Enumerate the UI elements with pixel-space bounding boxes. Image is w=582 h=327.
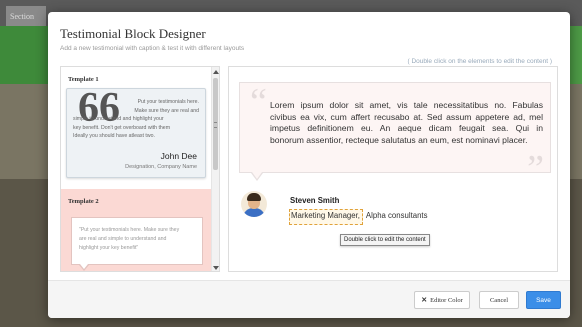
modal-footer: ✕ Editor Color Cancel Save	[48, 280, 570, 318]
background-tab: Section	[6, 6, 46, 28]
quote-box-tail-inner	[252, 172, 262, 179]
scroll-down-icon[interactable]	[213, 266, 219, 270]
avatar-hair	[247, 193, 261, 201]
modal-subtitle: Add a new testimonial with caption & tes…	[60, 45, 245, 52]
save-button[interactable]: Save	[526, 291, 561, 309]
template-1-label: Template 1	[68, 76, 99, 83]
preview-designation-row: Marketing Manager, Alpha consultants	[289, 209, 428, 225]
open-quote-icon: “	[250, 81, 267, 123]
template-1-card: 66 Put your testimonials here. Make sure…	[66, 87, 206, 178]
edit-hint: ( Double click on the elements to edit t…	[407, 58, 552, 65]
cancel-button[interactable]: Cancel	[479, 291, 519, 309]
template-list-scrollbar[interactable]	[211, 67, 219, 271]
template-2-card-tail-inner	[80, 264, 88, 269]
avatar[interactable]	[241, 191, 267, 217]
modal-title: Testimonial Block Designer	[60, 26, 206, 41]
template-2-card: "Put your testimonials here. Make sure t…	[71, 217, 203, 265]
shuffle-icon: ✕	[421, 296, 428, 304]
editor-color-label: Editor Color	[430, 296, 463, 304]
preview-person-name[interactable]: Steven Smith	[290, 196, 339, 205]
template-list: Template 1 66 Put your testimonials here…	[60, 66, 220, 272]
preview-designation[interactable]: Marketing Manager,	[289, 209, 363, 225]
template-2[interactable]: Template 2 "Put your testimonials here. …	[61, 189, 212, 271]
preview-company[interactable]: Alpha consultants	[366, 211, 428, 220]
template-1-text: Put your testimonials here. Make sure th…	[73, 99, 199, 139]
testimonial-preview: “ Lorem ipsum dolor sit amet, vis tale n…	[228, 66, 558, 272]
preview-quote-box[interactable]: “ Lorem ipsum dolor sit amet, vis tale n…	[239, 81, 551, 188]
scroll-up-icon[interactable]	[213, 70, 219, 74]
edit-tooltip: Double click to edit the content	[340, 234, 430, 246]
scrollbar-thumb[interactable]	[213, 78, 218, 170]
scrollbar-grip-icon	[214, 122, 217, 128]
testimonial-designer-modal: Testimonial Block Designer Add a new tes…	[48, 12, 570, 318]
close-quote-icon: ”	[527, 148, 544, 190]
template-2-text: "Put your testimonials here. Make sure t…	[79, 227, 180, 251]
preview-quote-text[interactable]: Lorem ipsum dolor sit amet, vis tale nec…	[270, 100, 543, 146]
template-1-designation: Designation, Company Name	[125, 164, 197, 170]
template-1-name: John Dee	[160, 151, 197, 161]
template-1[interactable]: Template 1 66 Put your testimonials here…	[61, 67, 212, 187]
editor-color-button[interactable]: ✕ Editor Color	[414, 291, 470, 309]
avatar-body	[243, 208, 265, 217]
template-2-label: Template 2	[68, 198, 99, 205]
